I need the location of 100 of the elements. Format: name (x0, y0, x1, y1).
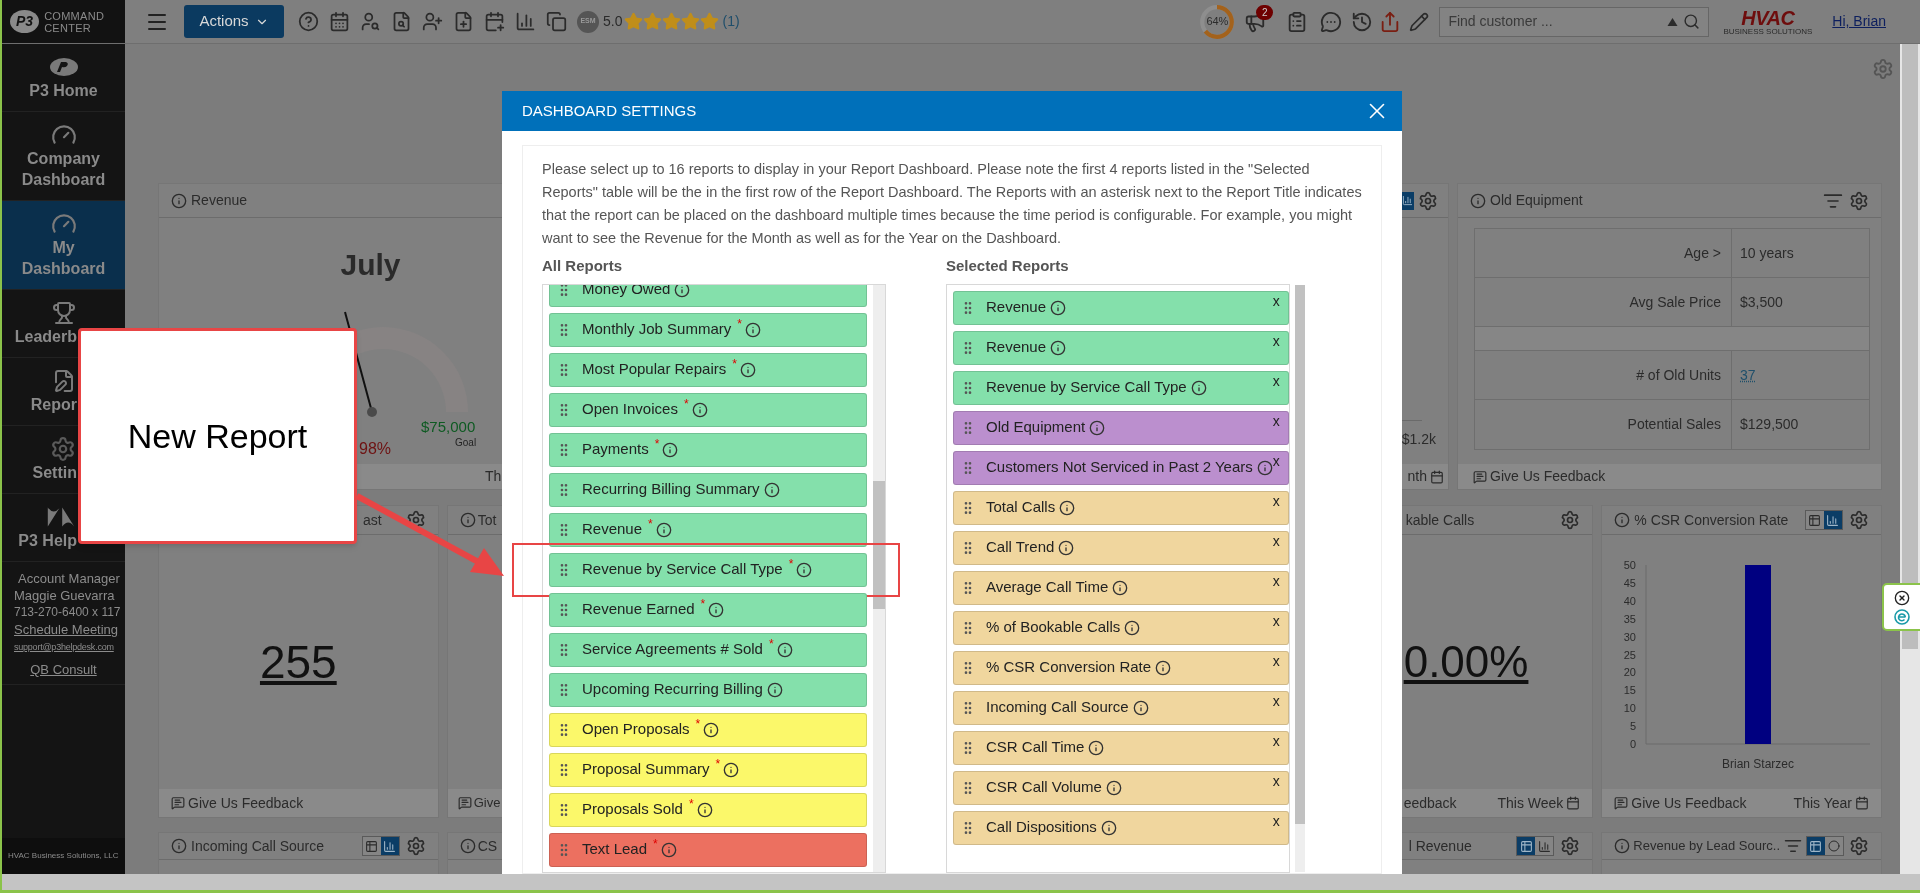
info-icon[interactable] (1105, 779, 1122, 796)
info-icon[interactable] (696, 801, 713, 818)
table-view-button[interactable] (1807, 837, 1825, 855)
sidebar-item[interactable]: P3 Home (2, 44, 125, 111)
remove-button[interactable]: x (1272, 652, 1280, 669)
report-item[interactable]: Open Invoices * (549, 392, 867, 427)
info-icon[interactable] (1190, 379, 1207, 396)
settings-icon[interactable] (1849, 836, 1869, 856)
feedback-link[interactable]: Give (473, 793, 501, 813)
report-item[interactable]: Proposals Sold * (549, 792, 867, 827)
report-item[interactable]: Text Lead * (549, 832, 867, 867)
settings-icon[interactable] (405, 836, 426, 856)
schedule-link[interactable]: Schedule Meeting (14, 621, 125, 638)
settings-icon[interactable] (1560, 510, 1581, 530)
metric-value[interactable]: 255 (259, 627, 337, 697)
info-icon[interactable] (744, 321, 761, 338)
info-icon[interactable] (739, 361, 756, 378)
feedback-link[interactable]: eedback (1403, 792, 1457, 814)
info-icon[interactable] (1050, 339, 1067, 356)
report-item[interactable]: Revenue x (953, 330, 1289, 365)
settings-icon[interactable] (1849, 510, 1869, 530)
info-icon[interactable] (674, 284, 691, 298)
file-search-icon[interactable] (391, 11, 412, 32)
info-icon[interactable] (1050, 299, 1067, 316)
remove-button[interactable]: x (1272, 372, 1280, 389)
report-item[interactable]: Revenue * (549, 512, 867, 547)
info-icon[interactable] (796, 561, 813, 578)
info-icon[interactable] (776, 641, 793, 658)
metric-value[interactable]: 0.00% (1403, 629, 1529, 695)
report-item[interactable]: Revenue Earned * (549, 592, 867, 627)
table-view-button[interactable] (362, 837, 381, 855)
remove-button[interactable]: x (1272, 732, 1280, 749)
report-item[interactable]: Proposal Summary * (549, 752, 867, 787)
add-user-icon[interactable] (422, 11, 443, 32)
info-icon[interactable] (691, 401, 708, 418)
report-item[interactable]: Call Trend x (953, 530, 1289, 565)
feedback-link[interactable]: Give Us Feedback (1631, 792, 1747, 814)
remove-button[interactable]: x (1272, 572, 1280, 589)
remove-button[interactable]: x (1272, 492, 1280, 509)
report-item[interactable]: Upcoming Recurring Billing (549, 672, 867, 707)
report-item[interactable]: Revenue by Service Call Type x (953, 370, 1289, 405)
report-item[interactable]: CSR Call Volume x (953, 770, 1289, 805)
email-link[interactable]: support@p3helpdesk.com (14, 640, 114, 655)
calendar-icon[interactable] (1566, 796, 1581, 810)
chat-icon[interactable] (1320, 10, 1343, 33)
sidebar-item[interactable]: Company Dashboard (2, 112, 125, 200)
remove-button[interactable]: x (1272, 412, 1280, 429)
remove-button[interactable]: x (1272, 612, 1280, 629)
report-item[interactable]: Customers Not Serviced in Past 2 Years x (953, 450, 1289, 485)
calendar-icon[interactable] (1430, 469, 1444, 484)
report-item[interactable]: Service Agreements # Sold * (549, 632, 867, 667)
consult-link[interactable]: QB Consult (30, 661, 97, 678)
report-item[interactable]: % of Bookable Calls x (953, 610, 1289, 645)
help-icon[interactable] (298, 11, 319, 32)
info-icon[interactable] (1256, 459, 1273, 476)
calendar-add-icon[interactable] (484, 11, 505, 32)
info-icon[interactable] (763, 481, 780, 498)
file-plus-icon[interactable] (453, 11, 474, 32)
settings-icon[interactable] (1849, 190, 1869, 211)
report-item[interactable]: Old Equipment x (953, 410, 1289, 445)
settings-icon[interactable] (1418, 190, 1438, 211)
period-label[interactable]: This Year (1793, 792, 1852, 814)
remove-button[interactable]: x (1272, 772, 1280, 789)
info-icon[interactable] (723, 761, 740, 778)
caret-up-icon[interactable] (1667, 17, 1679, 26)
table-view-button[interactable] (1806, 511, 1824, 529)
remove-button[interactable]: x (1272, 292, 1280, 309)
report-item[interactable]: Monthly Job Summary * (549, 312, 867, 347)
calendar-icon[interactable] (329, 11, 350, 32)
user-search-icon[interactable] (360, 11, 381, 32)
remove-button[interactable]: x (1272, 812, 1280, 829)
info-icon[interactable] (1058, 539, 1075, 556)
report-item[interactable]: Revenue x (953, 290, 1289, 325)
report-item[interactable]: Revenue by Service Call Type * (549, 552, 867, 587)
info-icon[interactable] (1059, 499, 1076, 516)
sidebar-item[interactable]: P3 Help (2, 494, 77, 561)
report-item[interactable]: Recurring Billing Summary (549, 472, 867, 507)
table-view-button[interactable] (1517, 837, 1536, 855)
copy-icon[interactable] (546, 11, 567, 32)
period-label[interactable]: Th (485, 466, 502, 487)
actions-button[interactable]: Actions (184, 5, 284, 38)
info-icon[interactable] (1112, 579, 1129, 596)
period-label[interactable]: This Week (1497, 792, 1564, 814)
filter-icon[interactable] (1784, 837, 1802, 855)
calendar-icon[interactable] (1855, 796, 1869, 810)
info-icon[interactable] (662, 441, 679, 458)
report-item[interactable]: CSR Call Time x (953, 730, 1289, 765)
remove-button[interactable]: x (1272, 332, 1280, 349)
sidebar-item[interactable]: Leaderb (2, 290, 77, 357)
info-icon[interactable] (766, 681, 783, 698)
history-icon[interactable] (1351, 10, 1374, 33)
report-item[interactable]: Call Dispositions x (953, 810, 1289, 845)
search-icon[interactable] (1683, 13, 1701, 30)
period-label[interactable]: nth (1407, 466, 1427, 487)
info-icon[interactable] (1155, 659, 1172, 676)
remove-button[interactable]: x (1272, 692, 1280, 709)
sidebar-item[interactable]: Repor (2, 358, 77, 425)
search-input[interactable]: Find customer ... (1448, 11, 1668, 32)
scrollbar-thumb[interactable] (1294, 284, 1305, 824)
info-icon[interactable] (708, 601, 725, 618)
